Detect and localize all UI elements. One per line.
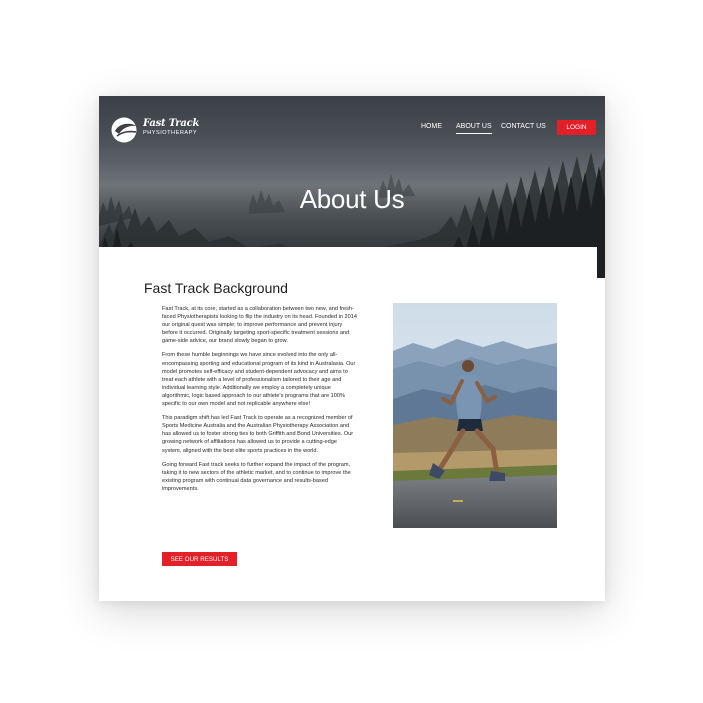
background-text: Fast Track, at its core, started as a co… (162, 305, 357, 499)
section-title: Fast Track Background (144, 280, 288, 296)
see-our-results-button[interactable]: SEE OUR RESULTS (162, 552, 237, 566)
nav-item-about-us[interactable]: ABOUT US (456, 123, 492, 134)
paragraph: Going forward Fast track seeks to furthe… (162, 461, 351, 492)
nav-item-contact-us[interactable]: CONTACT US (501, 123, 546, 130)
nav-item-home[interactable]: HOME (421, 123, 442, 130)
paragraph: Fast Track, at its core, started as a co… (162, 306, 357, 345)
page-title: About Us (299, 184, 405, 214)
paragraph: This paradigm shift has led Fast Track t… (162, 415, 354, 454)
paragraph: From these humble beginnings we have sin… (162, 352, 356, 408)
website-frame: Fast Track PHYSIOTHERAPY HOME ABOUT US C… (99, 96, 605, 601)
login-button[interactable]: LOGIN (557, 120, 596, 135)
main-navigation: HOME ABOUT US CONTACT US LOGIN (99, 120, 605, 136)
content-card: Fast Track Background Fast Track, at its… (107, 247, 597, 601)
runner-photo (393, 303, 557, 528)
card-left-edge (99, 247, 107, 278)
